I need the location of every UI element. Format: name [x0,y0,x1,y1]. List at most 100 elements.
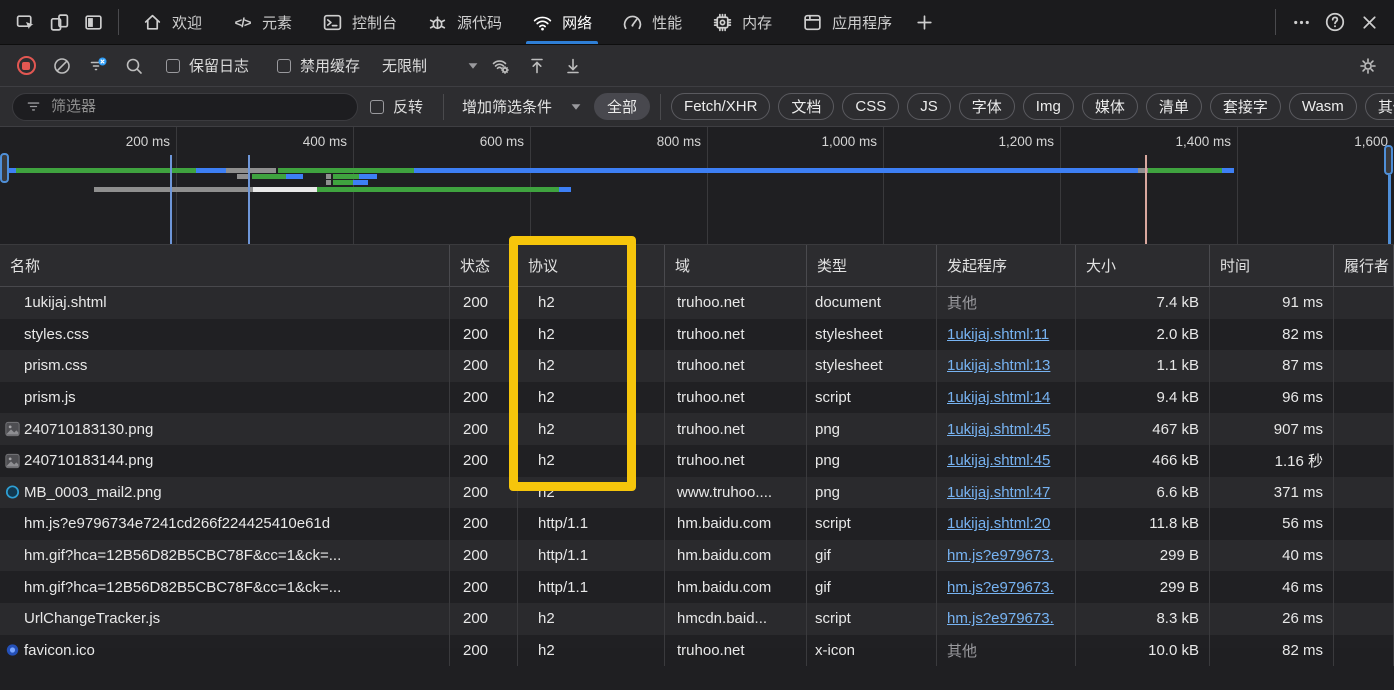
table-row[interactable]: styles.css 200 h2 truhoo.net stylesheet … [0,319,1394,351]
column-header-1[interactable]: 状态 [450,245,518,286]
filter-chip-5[interactable]: 字体 [959,93,1015,120]
initiator-link[interactable]: 1ukijaj.shtml:47 [947,484,1050,501]
right-range-line[interactable] [1388,175,1391,244]
column-header-2[interactable]: 协议 [518,245,665,286]
filter-icon[interactable] [82,51,114,81]
table-row[interactable]: UrlChangeTracker.js 200 h2 hmcdn.baid...… [0,603,1394,635]
column-header-6[interactable]: 大小 [1076,245,1210,286]
invert-checkbox[interactable]: 反转 [370,96,423,117]
table-row[interactable]: 240710183130.png 200 h2 truhoo.net png 1… [0,413,1394,445]
cell-name[interactable]: 1ukijaj.shtml [0,287,450,319]
initiator-link[interactable]: 1ukijaj.shtml:11 [947,326,1049,343]
tab-application[interactable]: 应用程序 [787,0,907,44]
table-row[interactable]: 240710183144.png 200 h2 truhoo.net png 1… [0,445,1394,477]
cell-size: 6.6 kB [1076,477,1210,509]
disable-cache-checkbox[interactable]: 禁用缓存 [277,55,360,76]
tab-performance[interactable]: 性能 [607,0,697,44]
cell-name[interactable]: hm.gif?hca=12B56D82B5CBC78F&cc=1&ck=... [0,540,450,572]
filter-chip-3[interactable]: CSS [842,93,899,120]
tab-elements[interactable]: </> 元素 [217,0,307,44]
column-header-3[interactable]: 域 [665,245,807,286]
network-overview-timeline[interactable]: 200 ms400 ms600 ms800 ms1,000 ms1,200 ms… [0,127,1394,245]
tab-console[interactable]: 控制台 [307,0,412,44]
cell-name[interactable]: MB_0003_mail2.png [0,477,450,509]
more-tabs-icon[interactable] [907,5,941,39]
search-icon[interactable] [118,51,150,81]
more-options-icon[interactable] [1284,5,1318,39]
filter-chip-2[interactable]: 文档 [778,93,834,120]
initiator-link[interactable]: 1ukijaj.shtml:20 [947,515,1050,532]
table-row[interactable]: hm.js?e9796734e7241cd266f224425410e61d 2… [0,508,1394,540]
initiator-link[interactable]: hm.js?e979673. [947,547,1054,564]
more-filters-dropdown[interactable]: 增加筛选条件 [462,96,584,117]
dock-side-icon[interactable] [76,5,110,39]
tab-welcome[interactable]: 欢迎 [127,0,217,44]
throttling-dropdown[interactable]: 无限制 [382,55,481,76]
cell-name[interactable]: favicon.ico [0,635,450,667]
left-range-handle[interactable] [0,153,9,183]
cell-name[interactable]: styles.css [0,319,450,351]
table-row[interactable]: prism.js 200 h2 truhoo.net script 1ukija… [0,382,1394,414]
initiator-link[interactable]: 1ukijaj.shtml:45 [947,421,1050,438]
initiator-link[interactable]: hm.js?e979673. [947,579,1054,596]
cell-time: 56 ms [1210,508,1334,540]
import-har-icon[interactable] [521,51,553,81]
cell-name[interactable]: 240710183130.png [0,413,450,445]
column-header-5[interactable]: 发起程序 [937,245,1076,286]
right-range-handle[interactable] [1384,145,1393,175]
cell-name[interactable]: UrlChangeTracker.js [0,603,450,635]
chevron-down-icon[interactable] [568,99,584,115]
filter-chip-11[interactable]: 其他 [1365,93,1394,120]
network-conditions-icon[interactable] [485,51,517,81]
filter-chip-1[interactable]: Fetch/XHR [671,93,770,120]
export-har-icon[interactable] [557,51,589,81]
record-network-log-icon[interactable] [10,51,42,81]
cell-name[interactable]: prism.css [0,350,450,382]
filter-input[interactable] [51,98,345,115]
cell-initiator: hm.js?e979673. [937,603,1076,635]
filter-chip-7[interactable]: 媒体 [1082,93,1138,120]
cell-name[interactable]: hm.gif?hca=12B56D82B5CBC78F&cc=1&ck=... [0,571,450,603]
clear-network-log-icon[interactable] [46,51,78,81]
initiator-link[interactable]: 1ukijaj.shtml:14 [947,389,1050,406]
checkbox[interactable] [277,59,291,73]
cell-size: 1.1 kB [1076,350,1210,382]
initiator-link[interactable]: 1ukijaj.shtml:45 [947,452,1050,469]
table-row[interactable]: hm.gif?hca=12B56D82B5CBC78F&cc=1&ck=... … [0,540,1394,572]
close-icon[interactable] [1352,5,1386,39]
preserve-log-checkbox[interactable]: 保留日志 [166,55,249,76]
column-header-4[interactable]: 类型 [807,245,937,286]
checkbox[interactable] [370,100,384,114]
table-row[interactable]: 1ukijaj.shtml 200 h2 truhoo.net document… [0,287,1394,319]
tab-network[interactable]: 网络 [517,0,607,44]
settings-gear-icon[interactable] [1352,51,1384,81]
chevron-down-icon[interactable] [465,58,481,74]
filter-chip-8[interactable]: 清单 [1146,93,1202,120]
cell-name[interactable]: 240710183144.png [0,445,450,477]
device-toolbar-icon[interactable] [42,5,76,39]
network-filter-bar: 反转 增加筛选条件 全部 Fetch/XHR 文档 CSS JS 字体 Img … [0,87,1394,127]
table-row[interactable]: favicon.ico 200 h2 truhoo.net x-icon 其他 … [0,635,1394,667]
initiator-link[interactable]: hm.js?e979673. [947,610,1054,627]
column-header-0[interactable]: 名称 [0,245,450,286]
table-row[interactable]: MB_0003_mail2.png 200 h2 www.truhoo.... … [0,477,1394,509]
timeline-gridline [1060,127,1061,244]
cell-name[interactable]: hm.js?e9796734e7241cd266f224425410e61d [0,508,450,540]
filter-chip-6[interactable]: Img [1023,93,1074,120]
table-row[interactable]: hm.gif?hca=12B56D82B5CBC78F&cc=1&ck=... … [0,571,1394,603]
filter-chip-10[interactable]: Wasm [1289,93,1357,120]
filter-chip-9[interactable]: 套接字 [1210,93,1281,120]
column-header-8[interactable]: 履行者 [1334,245,1394,286]
tab-memory[interactable]: 内存 [697,0,787,44]
cell-name[interactable]: prism.js [0,382,450,414]
tab-sources[interactable]: 源代码 [412,0,517,44]
help-icon[interactable] [1318,5,1352,39]
filter-chip-4[interactable]: JS [907,93,951,120]
column-header-7[interactable]: 时间 [1210,245,1334,286]
initiator-link[interactable]: 1ukijaj.shtml:13 [947,357,1050,374]
checkbox[interactable] [166,59,180,73]
table-row[interactable]: prism.css 200 h2 truhoo.net stylesheet 1… [0,350,1394,382]
filter-chip-0[interactable]: 全部 [594,93,650,120]
resource-type-chips: 全部 Fetch/XHR 文档 CSS JS 字体 Img 媒体 清单 套接字 … [594,93,1394,120]
inspect-icon[interactable] [8,5,42,39]
